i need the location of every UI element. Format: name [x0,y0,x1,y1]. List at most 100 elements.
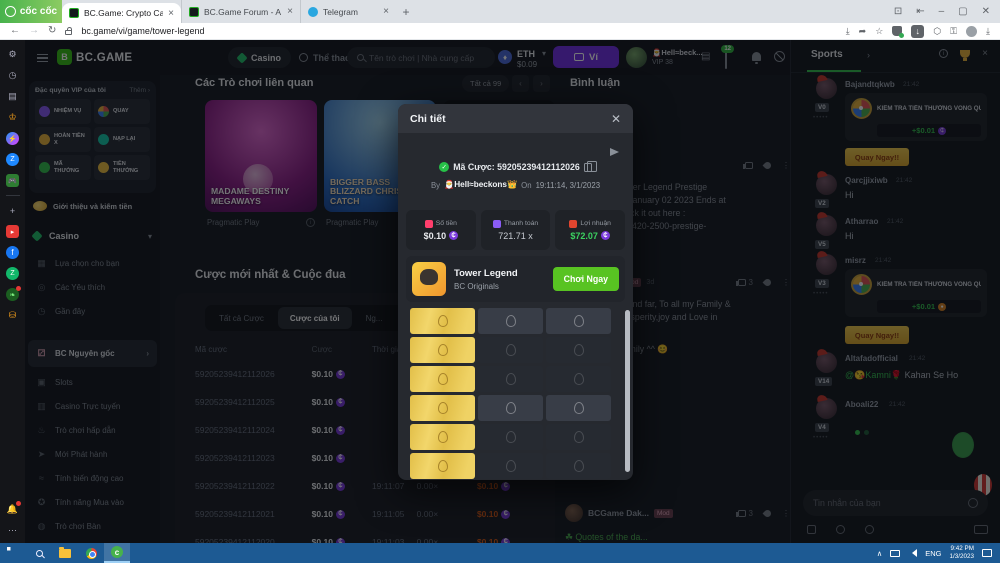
bet-timestamp: 19:11:14, 3/1/2023 [536,181,600,190]
profit-icon [569,220,577,228]
modal-title: Chi tiết [410,113,611,125]
browser-tab-telegram[interactable]: Telegram × [300,0,396,23]
leaf-app-icon[interactable]: ❧ [6,288,19,301]
modal-scrollbar[interactable] [625,310,630,472]
modal-header: Chi tiết ✕ [398,104,633,133]
settings-gear-icon[interactable]: ⚙ [6,48,19,61]
game-title: Tower Legend [454,268,518,279]
tab-restore-icon[interactable]: ⇤ [916,6,924,17]
network-icon[interactable] [890,550,900,557]
reload-icon[interactable]: ↻ [48,26,56,36]
zalo-icon[interactable]: Z [6,153,19,166]
crown-vip-icon[interactable]: ♔ [6,111,19,124]
tower-cell-lit [546,395,611,421]
add-icon[interactable]: + [6,204,19,217]
tower-cell-dim [546,453,611,479]
tab-search-icon[interactable]: ⊡ [894,6,902,17]
game-info-row: Tower Legend BC Originals Chơi Ngay [406,256,625,302]
bet-details-modal: Chi tiết ✕ ✓ Mã Cược: 59205239412112026 … [398,104,633,480]
tower-cell-dim [546,337,611,363]
bet-id-value: 59205239412112026 [497,162,580,172]
coccoc-app[interactable]: c [104,543,130,563]
bookmark-star-icon[interactable]: ☆ [875,27,883,36]
share-arrow-icon[interactable] [610,148,619,156]
language-indicator[interactable]: ENG [925,549,941,558]
tab-title: BC.Game Forum - A Cryptoc... [204,7,282,17]
cart-icon[interactable]: ⛁ [6,309,19,322]
tab-close-icon[interactable]: × [287,6,293,17]
action-center-icon[interactable] [982,549,992,557]
downloads-icon[interactable]: ⤓ [986,27,990,36]
nut-icon [506,373,516,385]
windows-taskbar: c ∧ ENG 9:42 PM1/3/2023 [0,543,1000,563]
stat-profit: Lợi nhuận $72.07₵ [555,210,625,250]
browser-tab-forum[interactable]: BC.Game Forum - A Cryptoc... × [181,0,300,23]
download-manager-icon[interactable]: ↓ [911,25,924,38]
nut-icon [506,460,516,472]
speaker-icon[interactable] [908,549,917,557]
extensions-icon[interactable]: ⬡ [933,27,941,36]
tower-cell-gold [410,453,475,479]
address-bar[interactable]: bc.game/vi/game/tower-legend [81,26,836,36]
taskbar-clock[interactable]: 9:42 PM1/3/2023 [949,545,974,561]
tower-cell-dim [546,424,611,450]
download-tray-icon[interactable]: ⤓ [846,27,850,36]
nut-icon [574,344,584,356]
windows-logo-icon [7,547,16,556]
copy-icon[interactable] [584,163,592,172]
payout-icon [493,220,501,228]
maximize-button[interactable]: ▢ [958,6,967,17]
chrome-app[interactable] [78,543,104,563]
coin-icon: ₵ [601,231,610,240]
tray-expand-icon[interactable]: ∧ [877,549,883,558]
back-icon[interactable]: ← [10,26,20,36]
nut-icon [574,431,584,443]
file-explorer[interactable] [52,543,78,563]
bet-stats: Số tiền $0.10₵ Thanh toán 721.71 x Lợi n… [406,210,625,250]
nut-icon [438,460,448,472]
share-icon[interactable]: ➦ [859,27,867,36]
tower-cell-gold [410,424,475,450]
zalo-green-icon[interactable]: Z [6,267,19,280]
tower-legend-game-icon[interactable] [412,262,446,296]
tab-close-icon[interactable]: × [383,6,389,17]
player-name[interactable]: 🎅Hell≈beckons👑 [444,180,517,190]
nut-icon [438,344,448,356]
close-button[interactable]: ✕ [982,6,990,17]
coccoc-brand[interactable]: cốc cốc [0,0,62,23]
password-key-icon[interactable]: ⚿ [950,27,957,36]
browser-tab-bcgame[interactable]: BC.Game: Crypto Casino Gan × [62,3,181,23]
nut-icon [506,344,516,356]
tab-title: BC.Game: Crypto Casino Gan [84,8,163,18]
messenger-icon[interactable]: ⚡ [6,132,19,145]
modal-close-icon[interactable]: ✕ [611,112,621,126]
youtube-icon[interactable]: ▸ [6,225,19,238]
forward-icon[interactable]: → [29,26,39,36]
tab-close-icon[interactable]: × [168,8,174,19]
browser-toolbar: ← → ↻ bc.game/vi/game/tower-legend ⤓ ➦ ☆… [0,23,1000,40]
stat-amount: Số tiền $0.10₵ [406,210,476,250]
gamepad-icon[interactable]: 🎮 [6,174,19,187]
minimize-button[interactable]: – [939,6,945,17]
taskbar-search[interactable] [26,543,52,563]
browser-tab-strip: cốc cốc BC.Game: Crypto Casino Gan × BC.G… [0,0,1000,23]
facebook-icon[interactable]: f [6,246,19,259]
tab-title: Telegram [323,7,378,17]
nut-icon [506,402,516,414]
notification-bell-icon[interactable]: 🔔 [6,503,19,516]
tower-cell-dim [478,366,543,392]
coccoc-icon: c [111,546,123,558]
profile-avatar-icon[interactable] [966,26,977,37]
adblock-shield-icon[interactable] [892,26,902,36]
newsfeed-icon[interactable]: ▤ [6,90,19,103]
amount-icon [425,220,433,228]
start-button[interactable] [0,543,26,563]
tower-cell-gold [410,308,475,334]
lock-icon[interactable] [65,30,72,35]
tower-cell-dim [478,337,543,363]
more-icon[interactable]: ⋯ [6,524,19,537]
history-icon[interactable]: ◷ [6,69,19,82]
new-tab-button[interactable]: + [396,0,416,23]
play-now-button[interactable]: Chơi Ngay [553,267,619,291]
nut-icon [506,431,516,443]
